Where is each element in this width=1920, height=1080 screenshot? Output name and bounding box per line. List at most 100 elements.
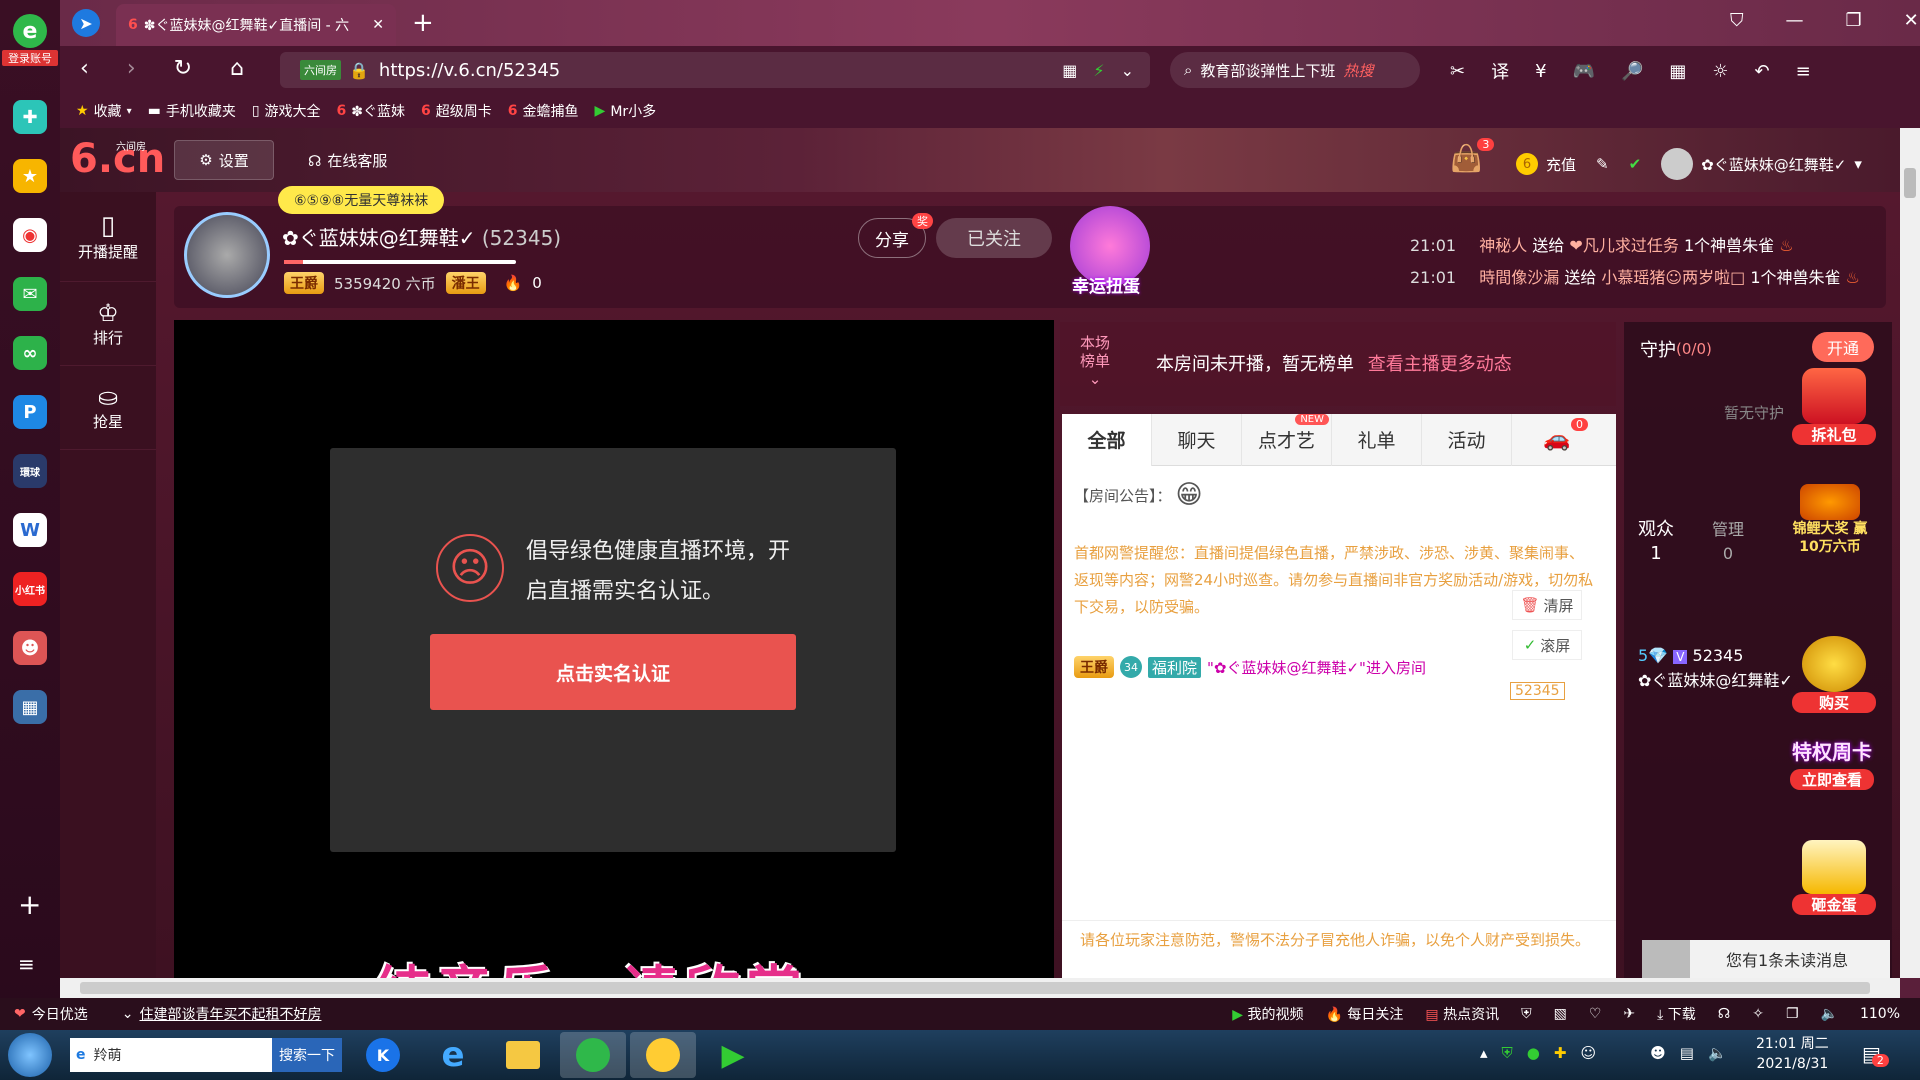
shield-icon[interactable]: ⛨ [1521,1006,1532,1022]
back-icon[interactable]: ‹ [80,56,89,81]
word-icon[interactable]: W [13,513,47,547]
cloud-icon[interactable]: ∞ [13,336,47,370]
promo-gift-pack[interactable]: 拆礼包 [1792,368,1876,445]
rocket-icon[interactable]: ✈ [1623,1006,1635,1022]
heart-outline-icon[interactable]: ♡ [1589,1006,1602,1022]
translate-icon[interactable]: 译 [1491,58,1509,84]
scissors-icon[interactable]: ✂ [1450,61,1465,82]
horizontal-scrollbar[interactable] [60,978,1900,998]
vertical-scrollbar[interactable] [1900,128,1920,978]
qq-tray-icon[interactable]: ☺ [1580,1044,1596,1062]
new-tab-icon[interactable]: + [412,8,434,38]
tab-talent[interactable]: 点才艺 NEW [1242,413,1332,466]
minimize-icon[interactable]: — [1786,10,1804,31]
nav-live-reminder[interactable]: ▯ 开播提醒 [60,192,156,282]
plus-tray-icon[interactable]: ✚ [1554,1044,1567,1062]
audience-tab[interactable]: 观众 1 [1638,518,1674,566]
favorite-item-star[interactable]: ★ 收藏 ▾ [76,101,132,121]
shirt-icon[interactable]: ⛉ [1730,10,1744,31]
lucky-egg-label[interactable]: 幸运扭蛋 [1072,272,1140,297]
admin-tab[interactable]: 管理 0 [1712,518,1744,566]
browser-tray-icon[interactable]: ● [1527,1044,1540,1062]
brightness-icon[interactable]: ☼ [1712,61,1728,82]
browser-logo[interactable]: e 登录账号 [0,14,60,66]
viewer-item[interactable]: 5💎 V 52345 ✿ぐ蓝妹妹@红舞鞋✓ [1638,644,1793,693]
favorite-item[interactable]: 6 超级周卡 [421,101,492,121]
favorite-item[interactable]: ▶ Mr小多 [595,101,657,121]
tab-gifts[interactable]: 礼单 [1332,413,1422,466]
clock[interactable]: 21:01 周二 2021/8/31 [1756,1034,1829,1074]
service-link[interactable]: ☊ 在线客服 [308,150,387,171]
open-guard-button[interactable]: 开通 [1812,332,1874,362]
zoom-level[interactable]: 110% [1860,1006,1900,1022]
ie-taskbar-icon[interactable]: e [420,1032,486,1078]
nav-ranking[interactable]: ♔ 排行 [60,282,156,366]
chevron-down-icon[interactable]: ⌄ [1121,61,1134,80]
browser-taskbar-icon[interactable] [560,1032,626,1078]
check-icon[interactable]: ✔ [1629,155,1642,173]
hscroll-thumb[interactable] [80,982,1870,994]
explorer-icon[interactable] [490,1032,556,1078]
close-window-icon[interactable]: ✕ [1904,10,1919,31]
add-icon[interactable]: + [18,888,41,921]
favorite-item[interactable]: ▯ 游戏大全 [252,101,321,121]
edit-icon[interactable]: ✎ [1596,155,1609,173]
window-icon[interactable]: ❐ [1786,1006,1799,1022]
start-button[interactable] [8,1033,52,1077]
bolt-icon[interactable]: ⚡ [1093,61,1104,80]
people-tray-icon[interactable]: ☻ [1650,1044,1666,1062]
gamepad-icon[interactable]: 🎮 [1573,61,1595,82]
menu-icon[interactable]: ≡ [1796,61,1811,82]
game-icon[interactable]: ☻ [13,631,47,665]
chevron-down-icon[interactable]: ▾ [1854,155,1862,173]
tab-chat[interactable]: 聊天 [1152,413,1242,466]
search-box[interactable]: ⌕ 教育部谈弹性上下班 热搜 [1170,52,1420,88]
refresh-icon[interactable]: ↻ [174,56,192,81]
news-ticker[interactable]: 住建部谈青年买不起租不好房 [139,1004,321,1024]
network-icon[interactable]: ▤ [1680,1044,1694,1062]
xiaohongshu-icon[interactable]: 小红书 [13,572,47,606]
qr-icon[interactable]: ▦ [1062,61,1077,80]
promo-buy[interactable]: 购买 [1792,636,1876,713]
download-link[interactable]: ⤓ 下载 [1657,1004,1696,1024]
nav-grab-star[interactable]: ⛀ 抢星 [60,366,156,450]
favorite-item[interactable]: 6 ✽ぐ蓝妹 [337,101,405,121]
chevron-down-icon[interactable]: ⌄ [1080,370,1110,388]
promo-weekly-card[interactable]: 特权周卡 立即查看 [1784,736,1880,790]
weibo-icon[interactable]: ◉ [13,218,47,252]
menu-icon[interactable]: ≡ [18,952,35,976]
tab-active[interactable]: 6 ✽ぐ蓝妹妹@红舞鞋✓直播间 - 六 ✕ [116,4,396,46]
site-logo[interactable]: 6.cn 六间房 [70,136,165,182]
daily-follow-link[interactable]: 🔥 每日关注 [1326,1004,1404,1024]
tab-all[interactable]: 全部 [1062,413,1152,466]
promo-golden-egg[interactable]: 砸金蛋 [1792,840,1876,915]
mail-icon[interactable]: ✉ [13,277,47,311]
star-icon[interactable]: ★ [13,159,47,193]
magnifier-icon[interactable]: 🔎 [1621,61,1643,82]
notification-icon[interactable]: ▤ 2 [1862,1042,1889,1067]
promo-koi[interactable]: 锦鲤大奖 赢10万六币 [1784,484,1876,556]
taskbar-search-button[interactable]: 搜索一下 [272,1038,342,1072]
media-player-icon[interactable]: ▶ [700,1032,766,1078]
scroll-screen-button[interactable]: ✓ 滚屏 [1512,630,1582,660]
anchor-avatar[interactable] [184,212,270,298]
tab-car[interactable]: 🚗 0 [1512,414,1602,466]
undo-icon[interactable]: ↶ [1755,61,1770,82]
hot-news-link[interactable]: ▤ 热点资讯 [1425,1004,1499,1024]
follow-button[interactable]: 已关注 [936,218,1052,258]
taskbar-search[interactable]: e 羚萌 [70,1038,272,1072]
tab-activity[interactable]: 活动 [1422,413,1512,466]
real-name-auth-button[interactable]: 点击实名认证 [430,634,796,710]
clean-icon[interactable]: ✧ [1752,1006,1764,1022]
coin-icon[interactable]: ¥ [1535,61,1546,82]
plus-icon[interactable]: ✚ [13,100,47,134]
avatar-app-icon[interactable] [630,1032,696,1078]
volume-icon[interactable]: 🔈 [1821,1006,1838,1022]
news-icon[interactable]: 環球 [13,454,47,488]
restore-icon[interactable]: ❐ [1846,10,1862,31]
volume-tray-icon[interactable]: 🔈 [1708,1044,1727,1062]
today-picks[interactable]: 今日优选 [32,1004,88,1024]
settings-button[interactable]: ⚙ 设置 [174,140,274,180]
unread-message-bar[interactable]: 您有1条未读消息 [1642,940,1890,978]
close-tab-icon[interactable]: ✕ [372,17,384,33]
